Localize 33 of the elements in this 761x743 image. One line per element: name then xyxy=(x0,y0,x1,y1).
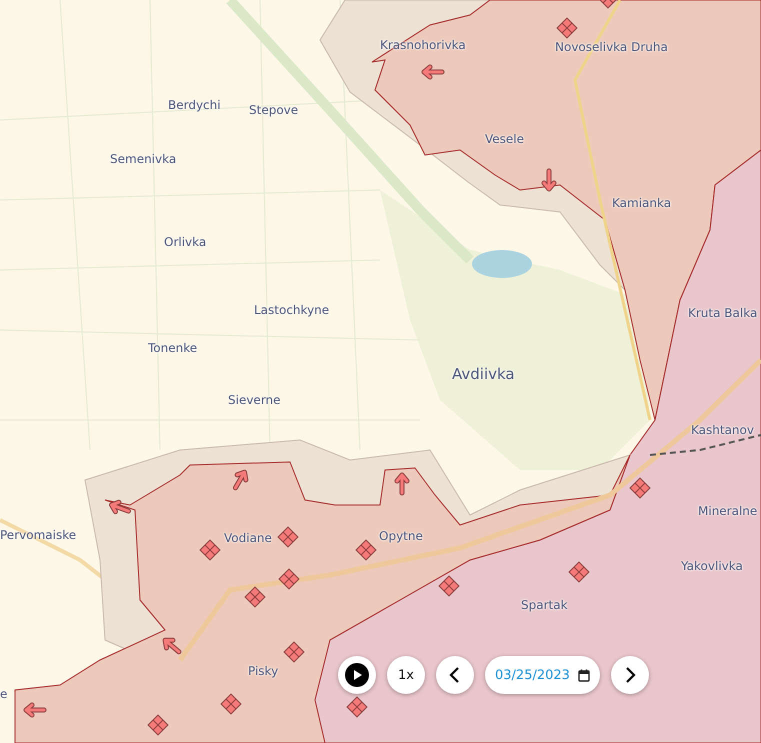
arrow-icon xyxy=(233,470,248,490)
arrow-icon xyxy=(542,168,556,192)
diamond-marker-icon xyxy=(597,0,619,9)
place-label: Orlivka xyxy=(164,235,206,250)
place-label: Spartak xyxy=(521,598,568,612)
calendar-icon xyxy=(578,668,590,682)
place-label: Sieverne xyxy=(228,393,281,408)
place-label: e xyxy=(0,687,8,702)
place-label: Pervomaiske xyxy=(0,528,76,542)
place-label: Kashtanov xyxy=(691,423,754,438)
place-label: Kruta Balka xyxy=(688,306,758,320)
place-label: Opytne xyxy=(379,529,423,544)
arrow-icon xyxy=(109,500,131,514)
arrow-icon xyxy=(422,64,444,80)
place-label: Tonenke xyxy=(148,341,198,356)
place-label: Vodiane xyxy=(224,531,272,546)
place-label: Berdychi xyxy=(168,98,221,112)
date-field[interactable]: 03/25/2023 xyxy=(485,656,600,694)
arrow-icon xyxy=(394,472,410,496)
place-label: Semenivka xyxy=(110,152,176,166)
arrow-icon xyxy=(162,638,182,654)
arrow-icon xyxy=(24,702,46,718)
chevron-left-icon xyxy=(448,667,462,683)
place-label: Novoselivka Druha xyxy=(555,40,668,54)
place-label: Vesele xyxy=(485,132,524,146)
place-label: Kamianka xyxy=(612,196,672,210)
place-label: Avdiivka xyxy=(452,365,515,383)
place-label: Stepove xyxy=(249,103,298,118)
place-label: Yakovlivka xyxy=(681,559,743,574)
play-icon xyxy=(345,663,369,687)
place-label: Lastochkyne xyxy=(254,303,330,318)
place-label: Mineralne xyxy=(698,504,758,518)
place-label: Pisky xyxy=(248,664,278,678)
